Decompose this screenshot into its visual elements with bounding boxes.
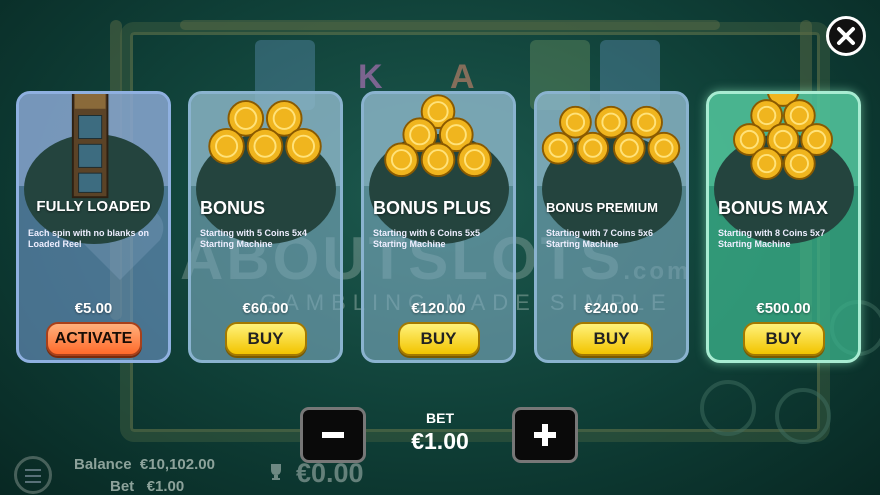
minus-icon	[322, 432, 344, 438]
menu-icon[interactable]	[14, 456, 52, 494]
close-button[interactable]	[826, 16, 866, 56]
gear-decoration	[700, 380, 756, 436]
card-description: Starting with 8 Coins 5x7 Starting Machi…	[718, 228, 826, 249]
coin-stack-icon	[733, 94, 834, 180]
card-description: Each spin with no blanks on Loaded Reel	[28, 228, 150, 249]
card-fully-loaded: FULLY LOADED Each spin with no blanks on…	[16, 91, 171, 363]
card-description: Starting with 6 Coins 5x5 Starting Machi…	[373, 228, 481, 249]
bet-decrease-button[interactable]	[300, 407, 366, 463]
card-title: BONUS PLUS	[373, 198, 492, 218]
balance-display: Balance €10,102.00	[74, 456, 215, 473]
card-bonus-premium: BONUS PREMIUM Starting with 7 Coins 5x6 …	[534, 91, 689, 363]
card-price: €60.00	[242, 300, 289, 317]
coin-stack-icon	[541, 105, 681, 165]
win-value: €0.00	[296, 458, 364, 488]
card-title: FULLY LOADED	[36, 198, 151, 215]
card-title: BONUS PREMIUM	[546, 200, 658, 215]
card-price: €500.00	[756, 300, 811, 317]
trophy-icon	[271, 464, 281, 480]
bet-increase-button[interactable]	[512, 407, 578, 463]
card-title: BONUS MAX	[718, 198, 829, 218]
buy-button-bonus[interactable]: BUY	[224, 322, 307, 356]
bet-display: Bet €1.00	[110, 478, 185, 495]
gear-decoration	[775, 388, 831, 444]
card-price: €5.00	[74, 300, 113, 317]
buy-button-bonus-plus[interactable]: BUY	[397, 322, 480, 356]
plus-icon	[534, 424, 556, 446]
loaded-reel-icon	[71, 94, 109, 199]
card-bonus-plus: BONUS PLUS Starting with 6 Coins 5x5 Sta…	[361, 91, 516, 363]
buy-button-bonus-premium[interactable]: BUY	[570, 322, 653, 356]
pipe-decoration	[180, 20, 720, 30]
card-description: Starting with 7 Coins 5x6 Starting Machi…	[546, 228, 654, 249]
coin-stack-icon	[384, 94, 492, 178]
card-bonus-max: BONUS MAX Starting with 8 Coins 5x7 Star…	[706, 91, 861, 363]
bet-value: €1.00	[411, 428, 469, 454]
coin-stack-icon	[208, 100, 322, 165]
activate-button[interactable]: ACTIVATE	[45, 322, 142, 356]
card-price: €120.00	[411, 300, 466, 317]
card-description: Starting with 5 Coins 5x4 Starting Machi…	[200, 228, 308, 249]
card-price: €240.00	[584, 300, 639, 317]
card-title: BONUS	[200, 198, 266, 218]
close-icon	[837, 27, 855, 45]
bet-label: BET	[426, 410, 454, 426]
card-bonus: BONUS Starting with 5 Coins 5x4 Starting…	[188, 91, 343, 363]
buy-button-bonus-max[interactable]: BUY	[742, 322, 825, 356]
